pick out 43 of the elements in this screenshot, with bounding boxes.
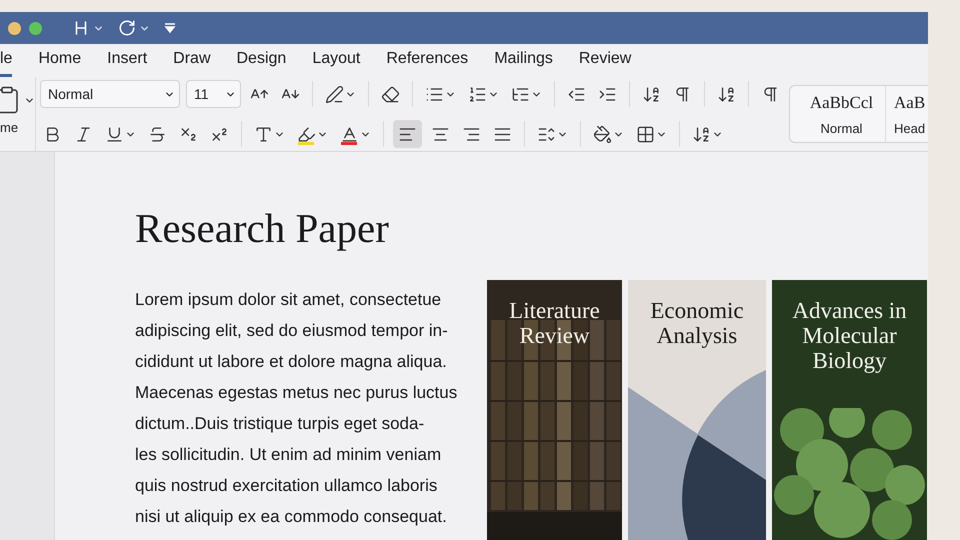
window-zoom-icon[interactable] [29, 22, 42, 35]
numbered-list-icon [468, 84, 487, 104]
font-color-icon [340, 124, 359, 144]
font-dropdown[interactable]: Normal [40, 80, 180, 108]
sort-icon [717, 84, 736, 104]
customize-toolbar-button[interactable] [164, 22, 176, 34]
ribbon-tab[interactable]: References [386, 44, 468, 78]
ribbon-tab[interactable]: Draw [173, 44, 210, 78]
redo-icon [118, 19, 136, 38]
style-name: Normal [820, 120, 862, 136]
underline-icon [105, 124, 124, 144]
cover-title: Literature Review [508, 298, 601, 348]
text-effects-icon [254, 124, 273, 144]
body-paragraph: Lorem ipsum dolor sit amet, consectetue adipiscing elit, sed do eiusmod tempor in- cididunt ut labore et dolore magna aliqua. Maecenas egestas metus nec purus luctus dictum..Duis tristique turpis eget soda- les sollicitudin. Ut enim ad minim veniam quis nostrud exercitation ullamco laboris nisi ut aliquip ex ea commodo consequat. [135, 289, 458, 528]
sort-icon [692, 124, 711, 144]
font-size-dropdown[interactable]: 11 [186, 80, 241, 108]
redo-button[interactable] [118, 19, 150, 38]
paste-button[interactable] [0, 85, 35, 116]
pen-icon [325, 84, 344, 104]
ribbon-tab[interactable]: Design [236, 44, 286, 78]
style-sample: AaBbCcl [810, 92, 874, 113]
paint-bucket-icon [593, 124, 612, 144]
ribbon-tab[interactable]: Home [38, 44, 82, 78]
paste-label: me [0, 120, 18, 135]
cover-title: Economic Analysis [649, 298, 745, 348]
ribbon-tab[interactable]: Insert [107, 44, 148, 78]
cover-title: Advances in Molecular Biology [791, 298, 908, 373]
ribbon-tab[interactable]: Mailings [494, 44, 553, 78]
document-title: Research Paper [135, 204, 390, 252]
style-option[interactable]: AaB Head [886, 86, 928, 142]
style-name: Head [894, 120, 926, 136]
align-left-button[interactable] [393, 120, 422, 148]
highlighter-icon [297, 124, 316, 144]
sort-icon [642, 84, 661, 104]
window-minimize-icon[interactable] [8, 22, 21, 35]
style-option[interactable]: AaBbCcl Normal [790, 86, 886, 142]
toolbar-menu-icon [164, 22, 176, 34]
borders-icon [636, 124, 655, 144]
style-sample: AaB [894, 92, 926, 113]
strikethrough-icon [148, 124, 167, 144]
ribbon-tab[interactable]: Layout [312, 44, 360, 78]
eraser-icon [381, 84, 400, 104]
ribbon-tab[interactable]: Review [578, 44, 632, 78]
